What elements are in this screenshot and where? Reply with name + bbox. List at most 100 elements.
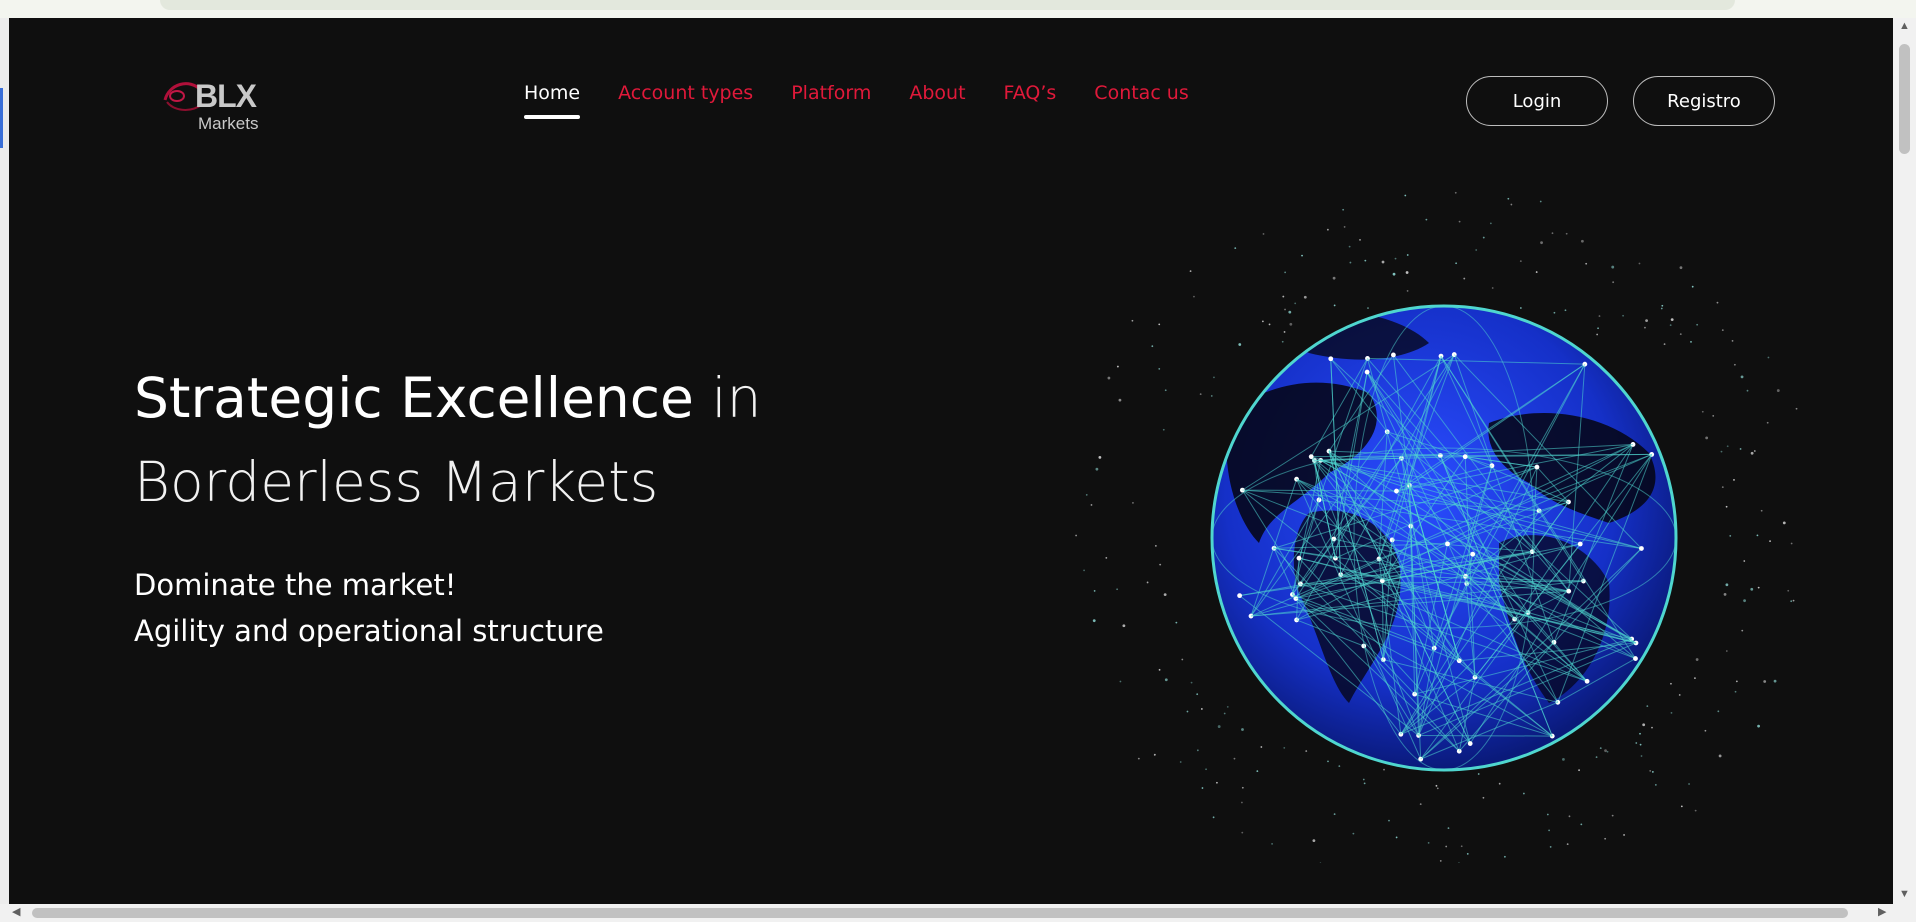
star-particle bbox=[1333, 304, 1336, 307]
login-button[interactable]: Login bbox=[1466, 76, 1608, 126]
star-particle bbox=[1200, 708, 1203, 710]
star-particle bbox=[1158, 668, 1161, 671]
star-particle bbox=[1075, 534, 1078, 537]
brand-logo[interactable]: BLX Markets bbox=[159, 74, 279, 144]
scroll-right-arrow[interactable]: ▶ bbox=[1878, 905, 1886, 918]
address-bar[interactable] bbox=[160, 0, 1735, 10]
star-particle bbox=[1740, 375, 1744, 379]
scroll-up-arrow[interactable]: ▲ bbox=[1899, 20, 1910, 32]
star-particle bbox=[1743, 599, 1746, 603]
star-particle bbox=[1750, 451, 1754, 455]
network-node bbox=[1462, 454, 1468, 460]
star-particle bbox=[1312, 839, 1316, 843]
star-particle bbox=[1680, 805, 1683, 808]
hero-title-bold: Strategic Excellence bbox=[134, 366, 694, 430]
star-particle bbox=[1760, 509, 1763, 512]
star-particle bbox=[1750, 587, 1754, 591]
horizontal-scroll-thumb[interactable] bbox=[32, 908, 1848, 918]
nav-item-home[interactable]: Home bbox=[524, 82, 581, 122]
star-particle bbox=[1769, 540, 1771, 543]
logo-text-main: BLX bbox=[195, 78, 257, 114]
star-particle bbox=[1458, 220, 1461, 223]
star-particle bbox=[1578, 769, 1580, 772]
star-particle bbox=[1670, 711, 1673, 714]
star-particle bbox=[1153, 754, 1156, 756]
star-particle bbox=[1107, 376, 1111, 380]
scroll-down-arrow[interactable]: ▼ bbox=[1899, 888, 1910, 900]
star-particle bbox=[1498, 782, 1501, 785]
star-particle bbox=[1342, 208, 1345, 211]
star-particle bbox=[1553, 311, 1556, 314]
star-particle bbox=[1691, 285, 1694, 288]
star-particle bbox=[1503, 855, 1506, 858]
star-particle bbox=[1092, 619, 1096, 623]
star-particle bbox=[1233, 757, 1236, 760]
nav-item-platform[interactable]: Platform bbox=[791, 82, 871, 122]
star-particle bbox=[1199, 393, 1202, 396]
star-particle bbox=[1288, 310, 1292, 314]
star-particle bbox=[1669, 324, 1672, 327]
star-particle bbox=[1595, 756, 1598, 759]
star-particle bbox=[1406, 290, 1409, 292]
star-particle bbox=[1549, 846, 1552, 848]
vertical-scroll-thumb[interactable] bbox=[1899, 44, 1910, 154]
star-particle bbox=[1445, 845, 1448, 848]
star-particle bbox=[1303, 295, 1307, 299]
vertical-scrollbar[interactable]: ▲ ▼ bbox=[1893, 18, 1916, 904]
star-particle bbox=[1646, 705, 1649, 708]
star-particle bbox=[1213, 376, 1215, 379]
star-particle bbox=[1679, 333, 1682, 336]
star-particle bbox=[1733, 363, 1736, 366]
nav-item-account-types[interactable]: Account types bbox=[618, 82, 753, 122]
network-node bbox=[1633, 656, 1638, 661]
star-particle bbox=[1638, 262, 1641, 265]
star-particle bbox=[1271, 842, 1273, 845]
star-particle bbox=[1283, 746, 1286, 749]
star-particle bbox=[1116, 365, 1119, 368]
star-particle bbox=[1463, 277, 1466, 280]
star-particle bbox=[1395, 836, 1398, 839]
star-particle bbox=[1701, 410, 1704, 413]
star-particle bbox=[1164, 389, 1167, 392]
browser-top-strip bbox=[0, 0, 1916, 18]
network-node bbox=[1467, 741, 1473, 746]
star-particle bbox=[1491, 287, 1494, 289]
star-particle bbox=[1611, 814, 1614, 817]
star-particle bbox=[1757, 724, 1760, 728]
star-particle bbox=[1458, 862, 1460, 865]
star-particle bbox=[1256, 770, 1259, 773]
star-particle bbox=[1612, 281, 1615, 284]
star-particle bbox=[1718, 754, 1722, 758]
hero-subtitle-line-1: Dominate the market! bbox=[134, 568, 457, 602]
star-particle bbox=[1690, 341, 1692, 343]
star-particle bbox=[1261, 320, 1264, 323]
hero-title-light-2: Borderless Markets bbox=[134, 450, 659, 514]
network-node bbox=[1390, 352, 1396, 358]
star-particle bbox=[1158, 367, 1161, 370]
star-particle bbox=[1790, 542, 1793, 545]
star-particle bbox=[1611, 265, 1615, 269]
star-particle bbox=[1327, 760, 1329, 763]
star-particle bbox=[1564, 309, 1567, 312]
horizontal-scrollbar[interactable]: ◀ ▶ bbox=[0, 904, 1916, 922]
star-particle bbox=[1241, 786, 1244, 789]
star-particle bbox=[1193, 295, 1195, 298]
star-particle bbox=[1694, 809, 1697, 812]
star-particle bbox=[1475, 249, 1478, 251]
nav-item-contact[interactable]: Contac us bbox=[1094, 82, 1188, 122]
nav-item-faqs[interactable]: FAQ’s bbox=[1004, 82, 1057, 122]
register-button[interactable]: Registro bbox=[1633, 76, 1775, 126]
star-particle bbox=[1283, 331, 1286, 333]
network-node bbox=[1566, 588, 1572, 594]
star-particle bbox=[1301, 254, 1303, 257]
globe-ocean bbox=[1212, 306, 1676, 770]
star-particle bbox=[1622, 314, 1624, 317]
star-particle bbox=[1179, 761, 1182, 763]
star-particle bbox=[1704, 729, 1707, 732]
star-particle bbox=[1651, 726, 1653, 729]
star-particle bbox=[1717, 710, 1720, 713]
scroll-left-arrow[interactable]: ◀ bbox=[12, 905, 20, 918]
star-particle bbox=[1210, 395, 1213, 397]
nav-item-about[interactable]: About bbox=[909, 82, 965, 122]
star-particle bbox=[1085, 493, 1088, 496]
